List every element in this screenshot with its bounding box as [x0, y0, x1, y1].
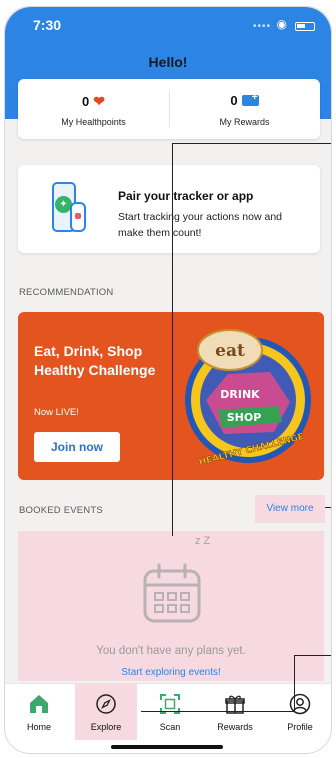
status-time: 7:30: [33, 17, 62, 33]
tab-home[interactable]: Home: [8, 684, 70, 740]
start-exploring-link[interactable]: Start exploring events!: [18, 667, 324, 678]
pair-subtitle: Start tracking your actions now and make…: [118, 211, 283, 239]
tab-scan[interactable]: Scan: [139, 684, 201, 740]
challenge-title: Eat, Drink, Shop Healthy Challenge: [34, 343, 156, 378]
greeting-title: Hello!: [148, 54, 188, 70]
annotation-line-horizontal-1: [172, 143, 331, 144]
tab-profile[interactable]: Profile: [269, 684, 331, 740]
empty-message: You don't have any plans yet.: [96, 645, 246, 657]
bottom-tab-bar: Home Explore Scan Rewards Profile: [5, 683, 331, 753]
healthpoints-value-row: 0 ❤: [18, 93, 169, 110]
rewards-value: 0: [230, 93, 238, 108]
tab-label-home: Home: [26, 722, 51, 732]
rewards-card-icon: [241, 92, 259, 106]
rewards-label: My Rewards: [219, 117, 270, 127]
healthpoints-item[interactable]: 0 ❤ My Healthpoints: [18, 79, 169, 139]
annotation-line-horizontal-4: [141, 711, 295, 712]
booked-events-empty-state: z Z You don't have any plans yet. Start …: [18, 531, 324, 681]
tab-label-explore: Explore: [90, 722, 122, 732]
annotation-line-horizontal-3: [294, 655, 331, 656]
view-more-button[interactable]: View more: [255, 495, 325, 523]
challenge-status: Now LIVE!: [34, 407, 79, 418]
pair-title: Pair your tracker or app: [118, 189, 254, 203]
healthpoints-value: 0: [82, 94, 90, 109]
points-card: 0❤ My Healthpoints 0 My Rewards: [18, 79, 320, 139]
badge-drink-text: DRINK: [220, 388, 260, 401]
rewards-value-row: 0: [169, 92, 320, 108]
booked-events-label: BOOKED EVENTS: [19, 505, 103, 516]
challenge-card[interactable]: Eat, Drink, Shop Healthy Challenge Now L…: [18, 312, 324, 480]
recommendation-label: RECOMMENDATION: [19, 287, 114, 298]
sleep-zz-icon: z Z: [195, 535, 211, 547]
challenge-badge-image: eat DRINK SHOP HEALTHY CHALLENGE: [178, 322, 318, 470]
healthpoints-label: My Healthpoints: [61, 117, 126, 127]
annotation-line-horizontal-2: [325, 507, 331, 508]
rewards-item[interactable]: 0 My Rewards: [169, 79, 320, 139]
badge-eat-text: eat: [215, 341, 245, 361]
battery-icon: [295, 22, 315, 31]
phone-screen: 7:30 •••• ◉ Hello! 0 ❤ My Healthpoints 0 …: [4, 6, 332, 754]
pair-tracker-card[interactable]: ✦ Pair your tracker or app Start trackin…: [18, 165, 320, 253]
annotation-line-vertical-2: [294, 655, 295, 711]
tracker-phone-icon: ✦: [48, 180, 90, 240]
home-indicator: [111, 745, 223, 749]
badge-shop-text: SHOP: [227, 411, 262, 424]
compass-icon: [96, 694, 116, 714]
tab-label-rewards: Rewards: [217, 722, 253, 732]
home-icon: [30, 695, 48, 713]
heart-icon: ❤: [93, 93, 105, 109]
wristband-shape: [70, 202, 86, 232]
tab-rewards[interactable]: Rewards: [204, 684, 266, 740]
tab-label-scan: Scan: [159, 722, 181, 732]
wifi-icon: ◉: [276, 17, 287, 31]
calendar-icon: [143, 563, 201, 623]
tab-explore[interactable]: Explore: [75, 684, 137, 740]
annotation-line-vertical-1: [172, 143, 173, 536]
status-bar: 7:30 •••• ◉: [5, 7, 331, 43]
tab-label-profile: Profile: [287, 722, 313, 732]
signal-icon: ••••: [252, 21, 271, 32]
join-now-button[interactable]: Join now: [34, 432, 120, 462]
